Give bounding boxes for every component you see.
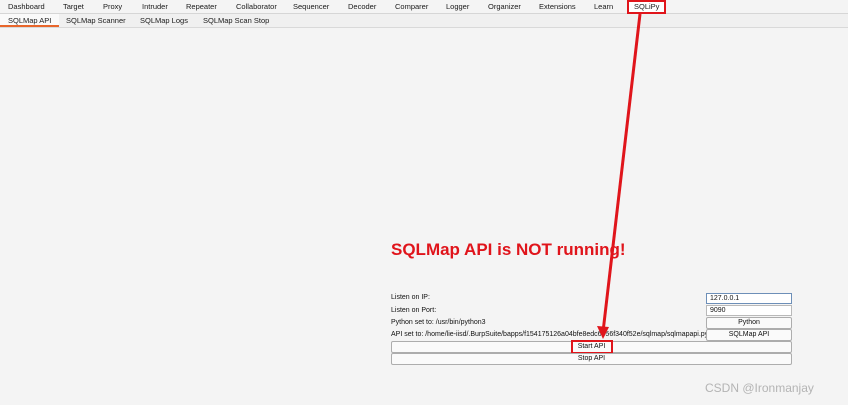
tab-repeater[interactable]: Repeater [186, 1, 217, 13]
main-tab-bar: Dashboard Target Proxy Intruder Repeater… [0, 0, 848, 14]
tab-sqlipy[interactable]: SQLiPy [627, 0, 667, 14]
sqlmap-api-button[interactable]: SQLMap API [706, 329, 792, 341]
tab-collaborator[interactable]: Collaborator [236, 1, 277, 13]
python-button[interactable]: Python [706, 317, 792, 329]
listen-port-input[interactable]: 9090 [706, 305, 792, 316]
tab-sequencer[interactable]: Sequencer [293, 1, 329, 13]
tab-extensions[interactable]: Extensions [539, 1, 576, 13]
listen-ip-label: Listen on IP: [391, 294, 430, 301]
subtab-sqlmap-scan-stop[interactable]: SQLMap Scan Stop [203, 14, 269, 27]
sub-tab-bar: SQLMap API SQLMap Scanner SQLMap Logs SQ… [0, 14, 848, 28]
subtab-sqlmap-scanner[interactable]: SQLMap Scanner [66, 14, 126, 27]
tab-proxy[interactable]: Proxy [103, 1, 122, 13]
api-status-text: SQLMap API is NOT running! [391, 240, 626, 259]
tab-comparer[interactable]: Comparer [395, 1, 428, 13]
tab-intruder[interactable]: Intruder [142, 1, 168, 13]
tab-organizer[interactable]: Organizer [488, 1, 521, 13]
tab-logger[interactable]: Logger [446, 1, 469, 13]
api-path-label: API set to: /home/lie-iisd/.BurpSuite/ba… [391, 331, 709, 338]
listen-ip-input[interactable]: 127.0.0.1 [706, 293, 792, 304]
stop-api-button[interactable]: Stop API [391, 353, 792, 365]
listen-port-label: Listen on Port: [391, 307, 437, 314]
watermark-text: CSDN @Ironmanjay [705, 381, 814, 395]
tab-decoder[interactable]: Decoder [348, 1, 376, 13]
start-api-highlight [571, 340, 613, 354]
subtab-sqlmap-api[interactable]: SQLMap API [0, 14, 60, 27]
tab-target[interactable]: Target [63, 1, 84, 13]
python-path-label: Python set to: /usr/bin/python3 [391, 319, 486, 326]
tab-learn[interactable]: Learn [594, 1, 613, 13]
subtab-sqlmap-logs[interactable]: SQLMap Logs [140, 14, 188, 27]
tab-dashboard[interactable]: Dashboard [8, 1, 45, 13]
